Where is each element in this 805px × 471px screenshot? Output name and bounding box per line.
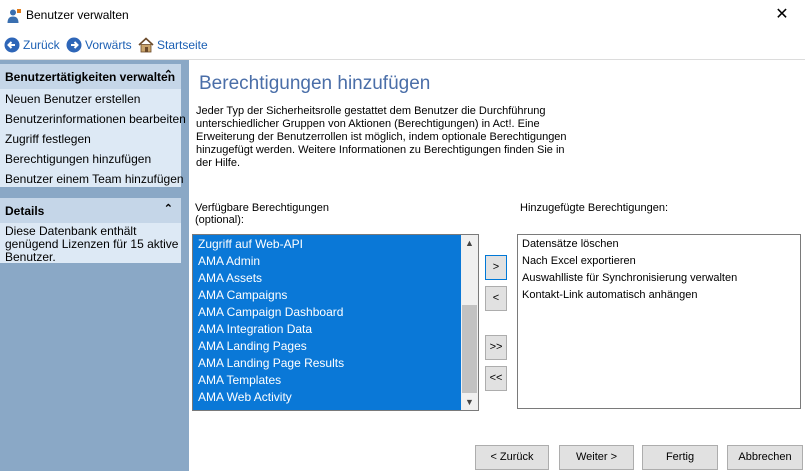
navigation-bar: Zurück Vorwärts Startseite [0, 31, 805, 60]
window-title: Benutzer verwalten [26, 8, 129, 22]
intro-text: Jeder Typ der Sicherheitsrolle gestattet… [196, 105, 567, 169]
remove-all-button[interactable]: << [485, 366, 507, 391]
finish-button[interactable]: Fertig [642, 445, 718, 470]
back-arrow-icon [4, 37, 20, 53]
sidebar-item-permissions[interactable]: Berechtigungen hinzufügen [5, 152, 151, 166]
remove-permission-button[interactable]: < [485, 286, 507, 311]
sidebar-item-team[interactable]: Benutzer einem Team hinzufügen [5, 172, 184, 186]
details-panel: Diese Datenbank enthält genügend Lizenze… [0, 223, 181, 264]
scroll-down-icon[interactable]: ▼ [461, 394, 478, 410]
main-content: Berechtigungen hinzufügen Jeder Typ der … [189, 60, 805, 471]
sidebar-item-create-user[interactable]: Neuen Benutzer erstellen [5, 92, 140, 106]
cancel-button[interactable]: Abbrechen [727, 445, 803, 470]
back-button[interactable]: < Zurück [475, 445, 549, 470]
forward-arrow-icon [66, 37, 82, 53]
available-permissions-label: Verfügbare Berechtigungen (optional): [195, 202, 329, 226]
user-manage-icon [6, 8, 22, 24]
scrollbar-thumb[interactable] [462, 305, 477, 393]
details-text: Diese Datenbank enthält genügend Lizenze… [5, 224, 179, 264]
close-icon[interactable]: ✕ [770, 4, 794, 26]
add-permission-button[interactable]: > [485, 255, 507, 280]
home-nav-button[interactable]: Startseite [138, 36, 208, 54]
tasks-panel: Neuen Benutzer erstellen Benutzerinforma… [0, 89, 186, 187]
sidebar-item-access[interactable]: Zugriff festlegen [5, 132, 91, 146]
list-item[interactable]: Datensätze löschen [522, 238, 619, 250]
list-item[interactable]: AMA Assets [198, 271, 262, 285]
vertical-scrollbar[interactable]: ▲ ▼ [461, 235, 478, 410]
list-item[interactable]: AMA Templates [198, 373, 281, 387]
forward-nav-label: Vorwärts [85, 38, 132, 52]
list-item[interactable]: Zugriff auf Web-API [198, 237, 303, 251]
home-icon [138, 37, 154, 53]
home-nav-label: Startseite [157, 38, 208, 52]
title-bar: Benutzer verwalten ✕ [0, 0, 805, 31]
scroll-up-icon[interactable]: ▲ [461, 235, 478, 251]
next-button[interactable]: Weiter > [559, 445, 634, 470]
added-permissions-label: Hinzugefügte Berechtigungen: [520, 202, 668, 214]
forward-nav-button[interactable]: Vorwärts [66, 36, 132, 54]
collapse-chevron-icon[interactable]: ⌃ [164, 202, 173, 215]
added-permissions-list[interactable]: Datensätze löschen Nach Excel exportiere… [517, 234, 801, 409]
list-item[interactable]: AMA Landing Page Results [198, 356, 344, 370]
collapse-chevron-icon[interactable]: ⌃ [164, 68, 173, 81]
details-panel-header[interactable]: Details ⌃ [0, 198, 181, 223]
details-panel-title: Details [5, 204, 45, 218]
list-item[interactable]: AMA Web Activity [198, 390, 292, 404]
list-item[interactable]: AMA Campaigns [198, 288, 287, 302]
back-nav-label: Zurück [23, 38, 60, 52]
sidebar-item-edit-user[interactable]: Benutzerinformationen bearbeiten [5, 112, 186, 126]
list-item[interactable]: AMA Campaign Dashboard [198, 305, 343, 319]
available-permissions-list[interactable]: Zugriff auf Web-API AMA Admin AMA Assets… [192, 234, 479, 411]
list-item[interactable]: AMA Admin [198, 254, 260, 268]
list-item[interactable]: Nach Excel exportieren [522, 255, 636, 267]
list-item[interactable]: AMA Integration Data [198, 322, 312, 336]
back-nav-button[interactable]: Zurück [4, 36, 60, 54]
add-all-button[interactable]: >> [485, 335, 507, 360]
page-title: Berechtigungen hinzufügen [199, 73, 431, 94]
list-item[interactable]: Auswahlliste für Synchronisierung verwal… [522, 272, 737, 284]
list-item[interactable]: AMA Landing Pages [198, 339, 307, 353]
list-item[interactable]: Kontakt-Link automatisch anhängen [522, 289, 698, 301]
sidebar: Benutzertätigkeiten verwalten ⌃ Neuen Be… [0, 60, 189, 471]
tasks-panel-title: Benutzertätigkeiten verwalten [5, 70, 176, 84]
tasks-panel-header[interactable]: Benutzertätigkeiten verwalten ⌃ [0, 64, 181, 89]
